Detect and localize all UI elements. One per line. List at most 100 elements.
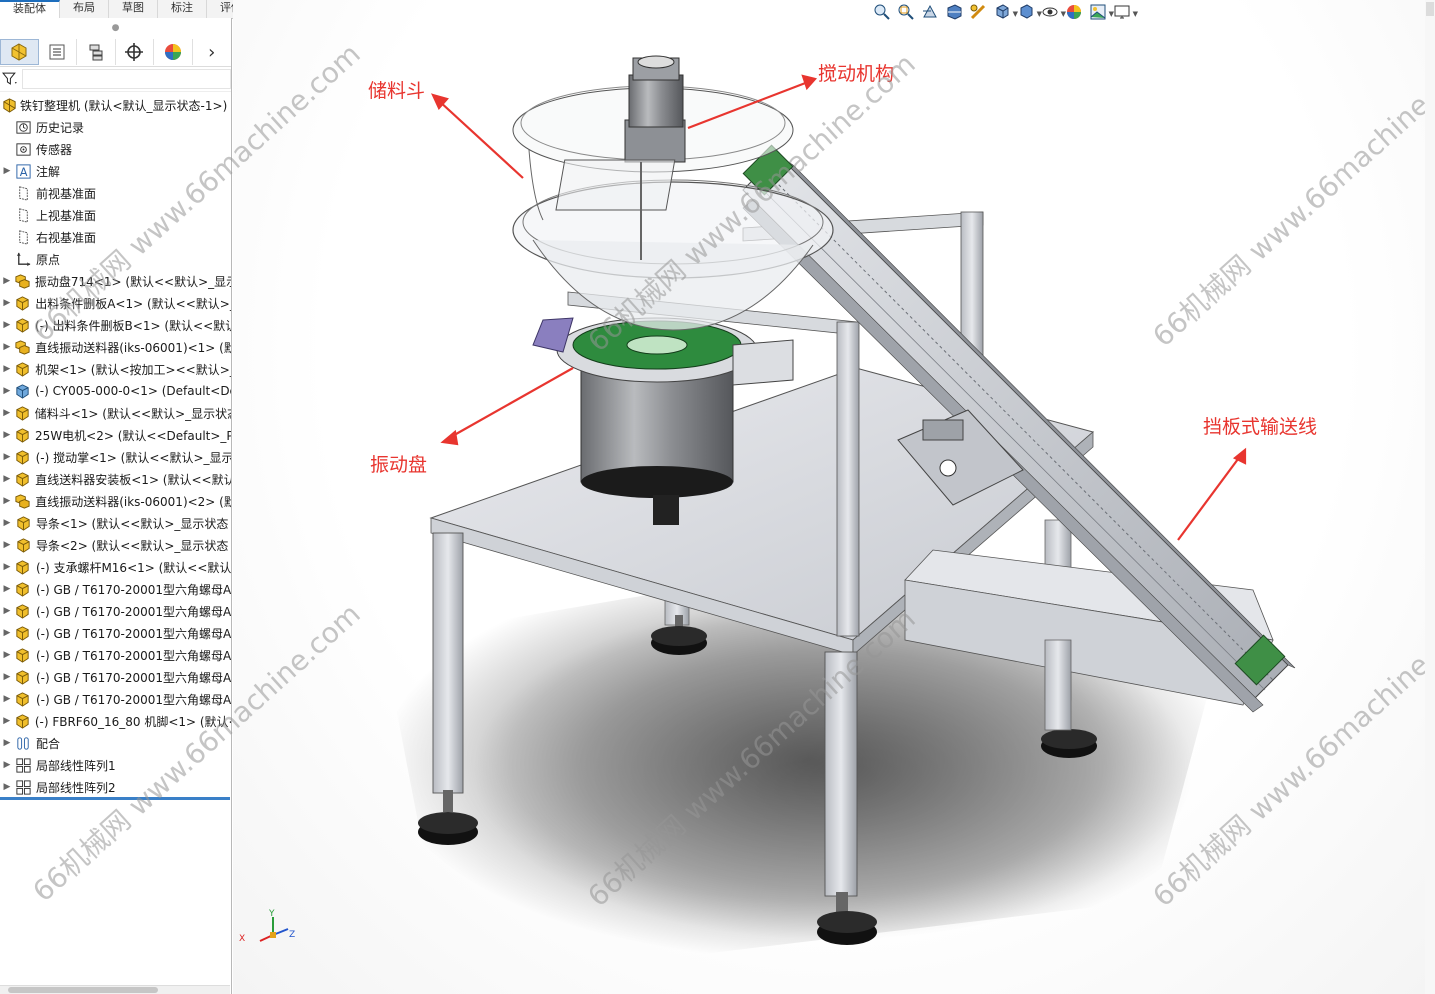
rollback-bar[interactable] bbox=[0, 797, 230, 800]
viewport-scrollbar[interactable] bbox=[1425, 0, 1435, 994]
triad-y-label: Y bbox=[269, 909, 275, 919]
tree-item-label: 导条<2> (默认<<默认>_显示状态 bbox=[36, 538, 229, 553]
expand-arrow-icon[interactable]: ▶ bbox=[0, 672, 14, 682]
filter-icon[interactable] bbox=[2, 72, 18, 86]
tab-propertymanager[interactable] bbox=[39, 39, 78, 65]
tree-item[interactable]: 原点 bbox=[0, 248, 231, 270]
tree-item[interactable]: ▶ 配合 bbox=[0, 732, 231, 754]
view-settings-button[interactable]: ▼ bbox=[1110, 3, 1138, 24]
expand-arrow-icon[interactable]: ▶ bbox=[0, 782, 14, 792]
expand-arrow-icon[interactable]: ▶ bbox=[0, 320, 14, 330]
tree-item[interactable]: ▶ A 注解 bbox=[0, 160, 231, 182]
tree-item[interactable]: 上视基准面 bbox=[0, 204, 231, 226]
expand-arrow-icon[interactable]: ▶ bbox=[0, 364, 14, 374]
tree-item[interactable]: ▶ (-) GB / T6170-20001型六角螺母A bbox=[0, 688, 231, 710]
tab-dimxpert[interactable] bbox=[116, 39, 155, 65]
tree-item[interactable]: ▶ 25W电机<2> (默认<<Default>_Pl bbox=[0, 424, 231, 446]
expand-arrow-icon[interactable]: ▶ bbox=[0, 166, 14, 176]
command-tab[interactable]: 布局 bbox=[60, 0, 109, 18]
expand-arrow-icon[interactable]: ▶ bbox=[0, 276, 14, 286]
tree-item[interactable]: 历史记录 bbox=[0, 116, 231, 138]
filter-input[interactable] bbox=[21, 69, 231, 89]
tree-item[interactable]: ▶ 储料斗<1> (默认<<默认>_显示状态 bbox=[0, 402, 231, 424]
tree-item[interactable]: ▶ 直线振动送料器(iks-06001)<2> (默 bbox=[0, 490, 231, 512]
panel-grip[interactable]: ● bbox=[0, 18, 231, 38]
subassembly-icon bbox=[14, 272, 31, 290]
tab-featuremanager[interactable] bbox=[0, 39, 39, 65]
previous-view-button[interactable] bbox=[918, 3, 942, 23]
tree-item[interactable]: ▶ (-) 搅动掌<1> (默认<<默认>_显示 bbox=[0, 446, 231, 468]
expand-arrow-icon[interactable]: ▶ bbox=[0, 716, 13, 726]
tree-item[interactable]: ▶ 出料条件删板A<1> (默认<<默认>_ bbox=[0, 292, 231, 314]
tree-item[interactable]: ▶ (-) 支承螺杆M16<1> (默认<<默认 bbox=[0, 556, 231, 578]
expand-arrow-icon[interactable]: ▶ bbox=[0, 540, 14, 550]
scene-button[interactable]: ▼ bbox=[1086, 3, 1114, 23]
tree-item-label: 局部线性阵列2 bbox=[36, 780, 116, 795]
zoom-area-button[interactable] bbox=[894, 3, 918, 23]
tree-item[interactable]: ▶ (-) GB / T6170-20001型六角螺母A bbox=[0, 644, 231, 666]
tree-item[interactable]: 右视基准面 bbox=[0, 226, 231, 248]
tree-item[interactable]: 前视基准面 bbox=[0, 182, 231, 204]
tree-item[interactable]: 传感器 bbox=[0, 138, 231, 160]
expand-arrow-icon[interactable]: ▶ bbox=[0, 760, 14, 770]
view-orientation-button[interactable]: ▼ bbox=[990, 3, 1018, 23]
plane-icon bbox=[14, 184, 32, 202]
tree-item[interactable]: ▶ (-) CY005-000-0<1> (Default<De bbox=[0, 380, 231, 402]
graphics-area[interactable]: Y X Z 储料斗 搅动机构 振动盘 挡板式输送线 66机械网 www.66ma… bbox=[26, 0, 1435, 994]
tree-item-label: (-) FBRF60_16_80 机脚<1> (默认< bbox=[34, 714, 232, 729]
dynamic-annotation-button[interactable] bbox=[966, 3, 990, 23]
tree-item[interactable]: ▶ 直线送料器安装板<1> (默认<<默认 bbox=[0, 468, 231, 490]
expand-arrow-icon[interactable]: ▶ bbox=[0, 738, 14, 748]
tree-item[interactable]: ▶ 直线振动送料器(iks-06001)<1> (默 bbox=[0, 336, 231, 358]
tree-item[interactable]: ▶ 局部线性阵列1 bbox=[0, 754, 231, 776]
expand-arrow-icon[interactable]: ▶ bbox=[0, 606, 14, 616]
tree-root[interactable]: 铁钉整理机 (默认<默认_显示状态-1>) bbox=[0, 94, 231, 116]
expand-arrow-icon[interactable]: ▶ bbox=[0, 694, 14, 704]
tree-item[interactable]: ▶ (-) GB / T6170-20001型六角螺母A bbox=[0, 600, 231, 622]
part-icon bbox=[14, 426, 31, 444]
command-tab[interactable]: 标注 bbox=[158, 0, 207, 18]
tree-item[interactable]: ▶ 导条<2> (默认<<默认>_显示状态 bbox=[0, 534, 231, 556]
zoom-to-fit-button[interactable] bbox=[870, 3, 894, 23]
part-icon bbox=[13, 404, 30, 422]
tab-configuration[interactable] bbox=[77, 39, 116, 65]
expand-arrow-icon[interactable]: ▶ bbox=[0, 452, 14, 462]
command-tab[interactable]: 装配体 bbox=[0, 0, 60, 18]
expand-arrow-icon[interactable]: ▶ bbox=[0, 342, 14, 352]
view-settings-icon bbox=[1113, 3, 1131, 24]
expand-arrow-icon[interactable]: ▶ bbox=[0, 430, 14, 440]
expand-arrow-icon[interactable]: ▶ bbox=[0, 562, 14, 572]
origin-icon bbox=[14, 250, 32, 268]
expand-arrow-icon[interactable]: ▶ bbox=[0, 496, 14, 506]
command-tab[interactable]: 草图 bbox=[109, 0, 158, 18]
appearance-button[interactable] bbox=[1062, 3, 1086, 23]
tree-filter[interactable] bbox=[0, 67, 231, 92]
subassembly-icon bbox=[14, 338, 32, 356]
expand-arrow-icon[interactable]: ▶ bbox=[0, 298, 14, 308]
tree-item[interactable]: ▶ (-) 出料条件删板B<1> (默认<<默认 bbox=[0, 314, 231, 336]
tree-item[interactable]: ▶ 振动盘714<1> (默认<<默认>_显示 bbox=[0, 270, 231, 292]
tree-item[interactable]: ▶ (-) GB / T6170-20001型六角螺母A bbox=[0, 622, 231, 644]
tab-display-manager[interactable] bbox=[154, 39, 193, 65]
expand-arrow-icon[interactable]: ▶ bbox=[0, 474, 14, 484]
display-style-button[interactable]: ▼ bbox=[1014, 3, 1042, 23]
section-view-button[interactable] bbox=[942, 3, 966, 23]
expand-arrow-icon[interactable]: ▶ bbox=[0, 584, 14, 594]
expand-arrow-icon[interactable]: ▶ bbox=[0, 518, 14, 528]
tree-item[interactable]: ▶ 局部线性阵列2 bbox=[0, 776, 231, 798]
dropdown-arrow-icon[interactable]: ▼ bbox=[1133, 10, 1138, 18]
tree-item[interactable]: ▶ 机架<1> (默认<按加工><<默认>_ bbox=[0, 358, 231, 380]
tree-horizontal-scrollbar[interactable] bbox=[0, 985, 230, 994]
tree-item[interactable]: ▶ (-) GB / T6170-20001型六角螺母A bbox=[0, 666, 231, 688]
expand-arrow-icon[interactable]: ▶ bbox=[0, 386, 14, 396]
panel-tabs-more-button[interactable]: › bbox=[193, 39, 231, 65]
tree-item-label: 传感器 bbox=[36, 142, 73, 157]
hide-show-button[interactable]: ▼ bbox=[1038, 3, 1066, 23]
expand-arrow-icon[interactable]: ▶ bbox=[0, 628, 14, 638]
part-icon bbox=[14, 580, 32, 598]
tree-item[interactable]: ▶ (-) FBRF60_16_80 机脚<1> (默认< bbox=[0, 710, 231, 732]
expand-arrow-icon[interactable]: ▶ bbox=[0, 408, 13, 418]
tree-item[interactable]: ▶ 导条<1> (默认<<默认>_显示状态 bbox=[0, 512, 231, 534]
tree-item[interactable]: ▶ (-) GB / T6170-20001型六角螺母A bbox=[0, 578, 231, 600]
expand-arrow-icon[interactable]: ▶ bbox=[0, 650, 14, 660]
